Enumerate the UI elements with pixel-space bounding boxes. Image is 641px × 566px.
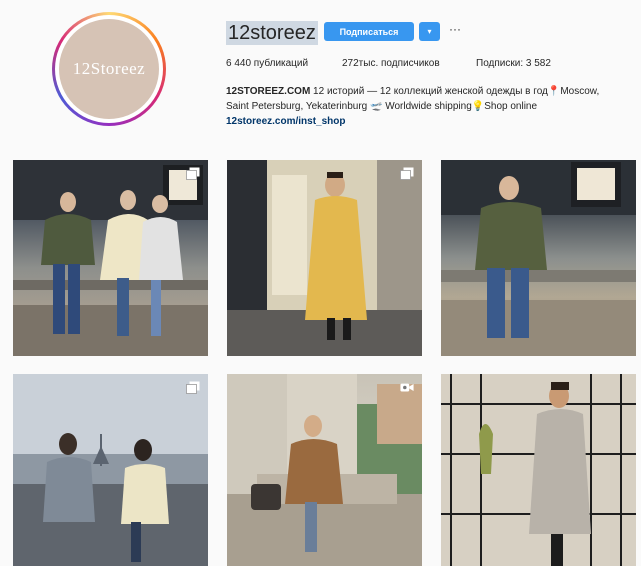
post-thumbnail[interactable] bbox=[441, 160, 636, 356]
bio-text: Moscow, bbox=[560, 86, 600, 97]
photo-woman-yellow-coat bbox=[227, 160, 422, 356]
following-count[interactable]: Подписки: 3 582 bbox=[476, 58, 551, 69]
more-options-icon[interactable]: ··· bbox=[446, 23, 464, 39]
carousel-icon bbox=[400, 167, 414, 180]
photo-street-three-women bbox=[13, 160, 208, 356]
bio-text: 12 историй — 12 коллекций женской одежды… bbox=[310, 86, 548, 97]
profile-bio: 12STOREEZ.COM 12 историй — 12 коллекций … bbox=[226, 84, 626, 129]
photo-istanbul-rooftop bbox=[13, 374, 208, 566]
photo-woman-grey-coat bbox=[441, 374, 636, 566]
avatar[interactable]: 12Storeez bbox=[59, 19, 159, 119]
profile-username: 12storeez bbox=[226, 21, 318, 45]
follow-button[interactable]: Подписаться bbox=[324, 22, 414, 41]
photo-woman-green-jacket bbox=[441, 160, 636, 356]
airplane-icon: 🛫 bbox=[370, 101, 383, 112]
posts-count: 6 440 публикаций bbox=[226, 58, 309, 69]
post-thumbnail[interactable] bbox=[227, 374, 422, 566]
carousel-icon bbox=[186, 381, 200, 394]
bio-text: Worldwide shipping bbox=[382, 101, 472, 112]
post-thumbnail[interactable] bbox=[13, 160, 208, 356]
profile-header: 12Storeez 12storeez Подписаться ▾ ··· 6 … bbox=[0, 0, 641, 150]
profile-page: 12Storeez 12storeez Подписаться ▾ ··· 6 … bbox=[0, 0, 641, 566]
pin-icon: 📍 bbox=[547, 86, 561, 97]
carousel-icon bbox=[186, 167, 200, 180]
chevron-down-icon: ▾ bbox=[427, 27, 432, 36]
bio-name: 12STOREEZ.COM bbox=[226, 86, 311, 97]
photo-woman-brown-coat bbox=[227, 374, 422, 566]
lightbulb-icon: 💡 bbox=[471, 101, 485, 112]
video-icon bbox=[400, 383, 414, 392]
suggestions-dropdown-button[interactable]: ▾ bbox=[419, 22, 440, 41]
post-thumbnail[interactable] bbox=[13, 374, 208, 566]
bio-text: Saint Petersburg, Yekaterinburg bbox=[226, 101, 368, 112]
bio-text: Shop online bbox=[484, 101, 538, 112]
followers-count[interactable]: 272тыс. подписчиков bbox=[342, 58, 440, 69]
bio-link[interactable]: 12storeez.com/inst_shop bbox=[226, 114, 626, 129]
post-thumbnail[interactable] bbox=[441, 374, 636, 566]
post-thumbnail[interactable] bbox=[227, 160, 422, 356]
avatar-story-ring[interactable]: 12Storeez bbox=[52, 12, 166, 126]
